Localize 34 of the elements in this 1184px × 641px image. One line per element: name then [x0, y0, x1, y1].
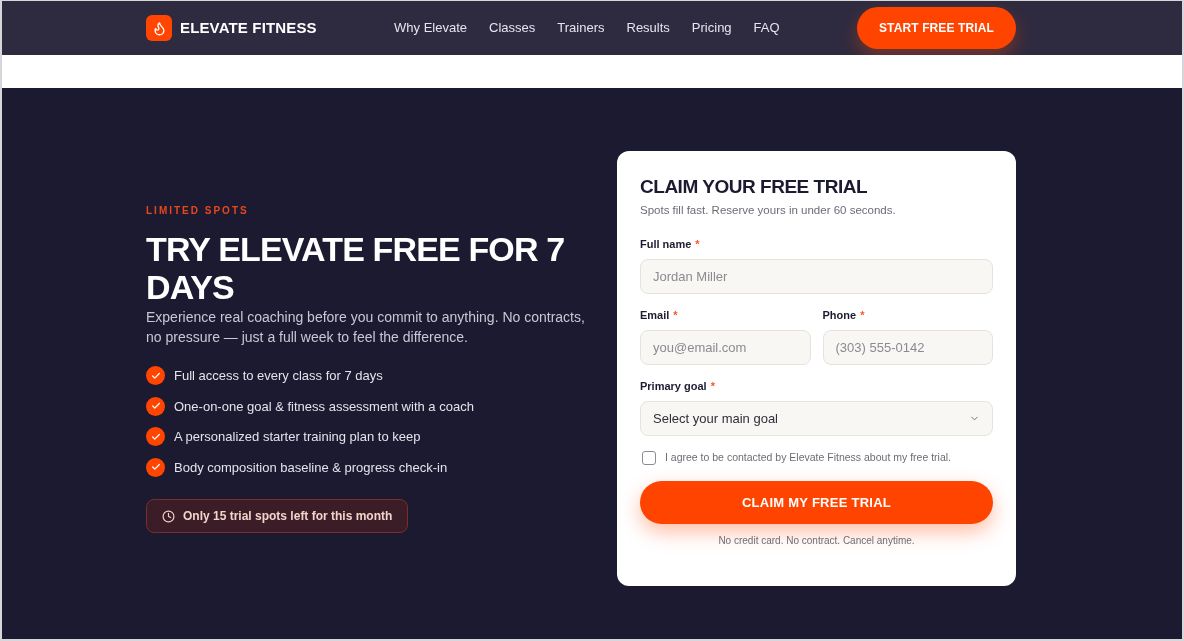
required-mark: *: [710, 379, 715, 393]
form-title: CLAIM YOUR FREE TRIAL: [640, 175, 869, 199]
benefit-text: One-on-one goal & fitness assessment with a coach: [174, 397, 474, 416]
brand-name: ELEVATE FITNESS: [180, 17, 317, 38]
nav-link[interactable]: Pricing: [691, 18, 732, 38]
eyebrow-label: LIMITED SPOTS: [146, 203, 250, 218]
checkbox[interactable]: [642, 451, 656, 465]
nav-link[interactable]: Why Elevate: [394, 18, 468, 38]
benefit-text: Full access to every class for 7 days: [174, 367, 383, 385]
input-field[interactable]: Jordan Miller: [640, 259, 993, 294]
hero-description: Experience real coaching before you commit to anything. No contracts, no pressure — just a full week to feel the difference.: [146, 307, 586, 347]
hero-heading: TRY ELEVATE FREE FOR 7 DAYS: [146, 229, 566, 306]
nav-link[interactable]: Results: [626, 18, 670, 38]
required-mark: *: [695, 237, 700, 251]
input-field[interactable]: you@email.com: [640, 330, 811, 365]
flame-logo-icon: [146, 15, 172, 41]
input-field[interactable]: (303) 555-0142: [822, 330, 993, 365]
field-label: Phone: [822, 308, 857, 322]
required-mark: *: [673, 308, 678, 322]
notice-text: Only 15 trial spots left for this month: [183, 508, 393, 526]
select-field[interactable]: Select your main goal: [640, 401, 993, 436]
form-footnote: No credit card. No contract. Cancel anytime.: [717, 534, 916, 548]
nav-link[interactable]: Classes: [489, 18, 536, 38]
field-label: Email: [640, 308, 670, 322]
form-subtitle: Spots fill fast. Reserve yours in under 60 seconds.: [640, 203, 897, 218]
consent-label: I agree to be contacted by Elevate Fitness about my free trial.: [665, 450, 951, 466]
field-label: Full name: [640, 237, 692, 251]
benefit-text: A personalized starter training plan to keep: [174, 428, 421, 446]
clock-icon: [162, 509, 175, 523]
field-label: Primary goal: [640, 379, 707, 393]
required-mark: *: [860, 308, 865, 322]
benefit-text: Body composition baseline & progress check-in: [174, 458, 448, 477]
nav-link[interactable]: Trainers: [557, 18, 605, 38]
nav-link[interactable]: FAQ: [753, 18, 780, 38]
